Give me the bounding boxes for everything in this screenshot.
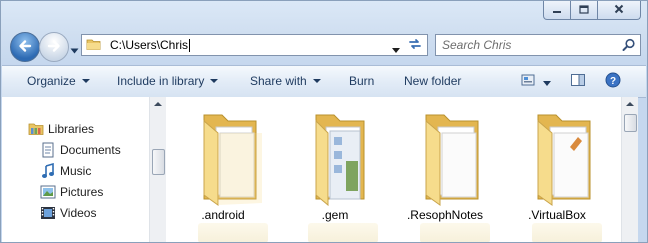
text-caret [189, 38, 191, 52]
close-button[interactable] [598, 1, 641, 20]
navigation-buttons [10, 31, 80, 63]
sidebar-item-pictures[interactable]: Pictures [40, 184, 103, 200]
list-item-resophnotes[interactable]: .ResophNotes [400, 107, 490, 222]
sidebar-item-label: Videos [60, 206, 97, 220]
sidebar-item-label: Documents [60, 143, 121, 157]
organize-menu[interactable]: Organize [27, 74, 90, 88]
documents-icon [40, 142, 56, 158]
file-list-scrollbar[interactable] [621, 97, 638, 242]
refresh-button[interactable] [403, 34, 428, 56]
scrollbar-thumb[interactable] [624, 114, 637, 132]
close-icon [614, 3, 624, 17]
list-item-virtualbox[interactable]: .VirtualBox [512, 107, 602, 222]
new-folder-button[interactable]: New folder [404, 74, 461, 88]
chevron-down-icon [210, 79, 219, 83]
address-path[interactable]: C:\Users\Chris [110, 38, 188, 52]
minimize-button[interactable] [543, 1, 571, 20]
sidebar-item-documents[interactable]: Documents [40, 142, 121, 158]
sidebar-item-videos[interactable]: Videos [40, 205, 96, 221]
scrollbar-thumb[interactable] [152, 149, 165, 175]
chevron-down-icon [81, 79, 90, 83]
search-box[interactable] [435, 34, 641, 56]
back-arrow-icon [17, 39, 33, 56]
back-button[interactable] [10, 32, 40, 62]
address-dropdown-icon[interactable] [392, 42, 400, 56]
sidebar-item-label: Pictures [60, 185, 104, 199]
explorer-window: C:\Users\Chris Organize Include in libra… [0, 0, 648, 243]
view-dropdown-icon[interactable] [543, 75, 551, 89]
maximize-icon [579, 3, 589, 17]
list-item-gem[interactable]: .gem [290, 107, 380, 222]
folder-icon [425, 114, 479, 206]
navigation-pane-scrollbar[interactable] [149, 97, 166, 242]
scroll-up-icon[interactable] [626, 102, 634, 106]
sidebar-item-libraries[interactable]: Libraries [28, 121, 94, 137]
preview-pane-icon[interactable] [570, 72, 586, 91]
file-name: .ResophNotes [406, 208, 484, 222]
maximize-button[interactable] [571, 1, 598, 20]
file-name: .VirtualBox [528, 208, 586, 222]
help-icon[interactable]: ? [605, 72, 621, 91]
pictures-icon [40, 184, 56, 200]
burn-button[interactable]: Burn [349, 74, 374, 88]
search-input[interactable] [442, 38, 612, 52]
burn-label: Burn [349, 74, 375, 88]
chevron-down-icon [312, 79, 321, 83]
folder-icon [315, 114, 365, 207]
sidebar-item-label: Libraries [48, 122, 95, 136]
partial-folder-thumbnail [420, 223, 490, 242]
partial-folder-thumbnail [308, 223, 378, 242]
organize-label: Organize [27, 74, 76, 88]
share-with-menu[interactable]: Share with [250, 74, 321, 88]
svg-text:?: ? [610, 76, 616, 87]
file-name: .gem [321, 208, 349, 222]
change-view-icon[interactable] [520, 72, 536, 91]
forward-arrow-icon [46, 39, 62, 56]
music-icon [40, 163, 56, 179]
minimize-icon [552, 3, 562, 17]
include-in-library-menu[interactable]: Include in library [117, 74, 219, 88]
folder-icon [537, 114, 591, 206]
partial-folder-thumbnail [198, 223, 268, 242]
window-controls [543, 1, 641, 21]
partial-folder-thumbnail [532, 223, 602, 242]
list-item-android[interactable]: .android [178, 107, 268, 222]
scroll-up-icon[interactable] [154, 102, 162, 106]
sidebar-item-music[interactable]: Music [40, 163, 91, 179]
file-list: .android .gem .ResophNotes .VirtualBox [166, 97, 621, 242]
command-bar: Organize Include in library Share with B… [2, 65, 646, 98]
videos-icon [40, 205, 56, 221]
file-name: .android [201, 208, 245, 222]
navigation-pane: Libraries Documents Music Pictures Video… [2, 97, 149, 242]
refresh-icon [407, 37, 423, 54]
libraries-icon [28, 121, 44, 137]
folder-icon [203, 114, 262, 206]
folder-icon [86, 37, 102, 54]
share-with-label: Share with [250, 74, 307, 88]
forward-button[interactable] [39, 32, 69, 62]
search-icon[interactable] [622, 38, 636, 55]
sidebar-item-label: Music [60, 164, 92, 178]
new-folder-label: New folder [404, 74, 462, 88]
recent-pages-dropdown-icon[interactable] [70, 43, 79, 57]
include-in-library-label: Include in library [117, 74, 205, 88]
address-bar[interactable]: C:\Users\Chris [81, 34, 405, 56]
view-controls: ? [520, 72, 621, 91]
